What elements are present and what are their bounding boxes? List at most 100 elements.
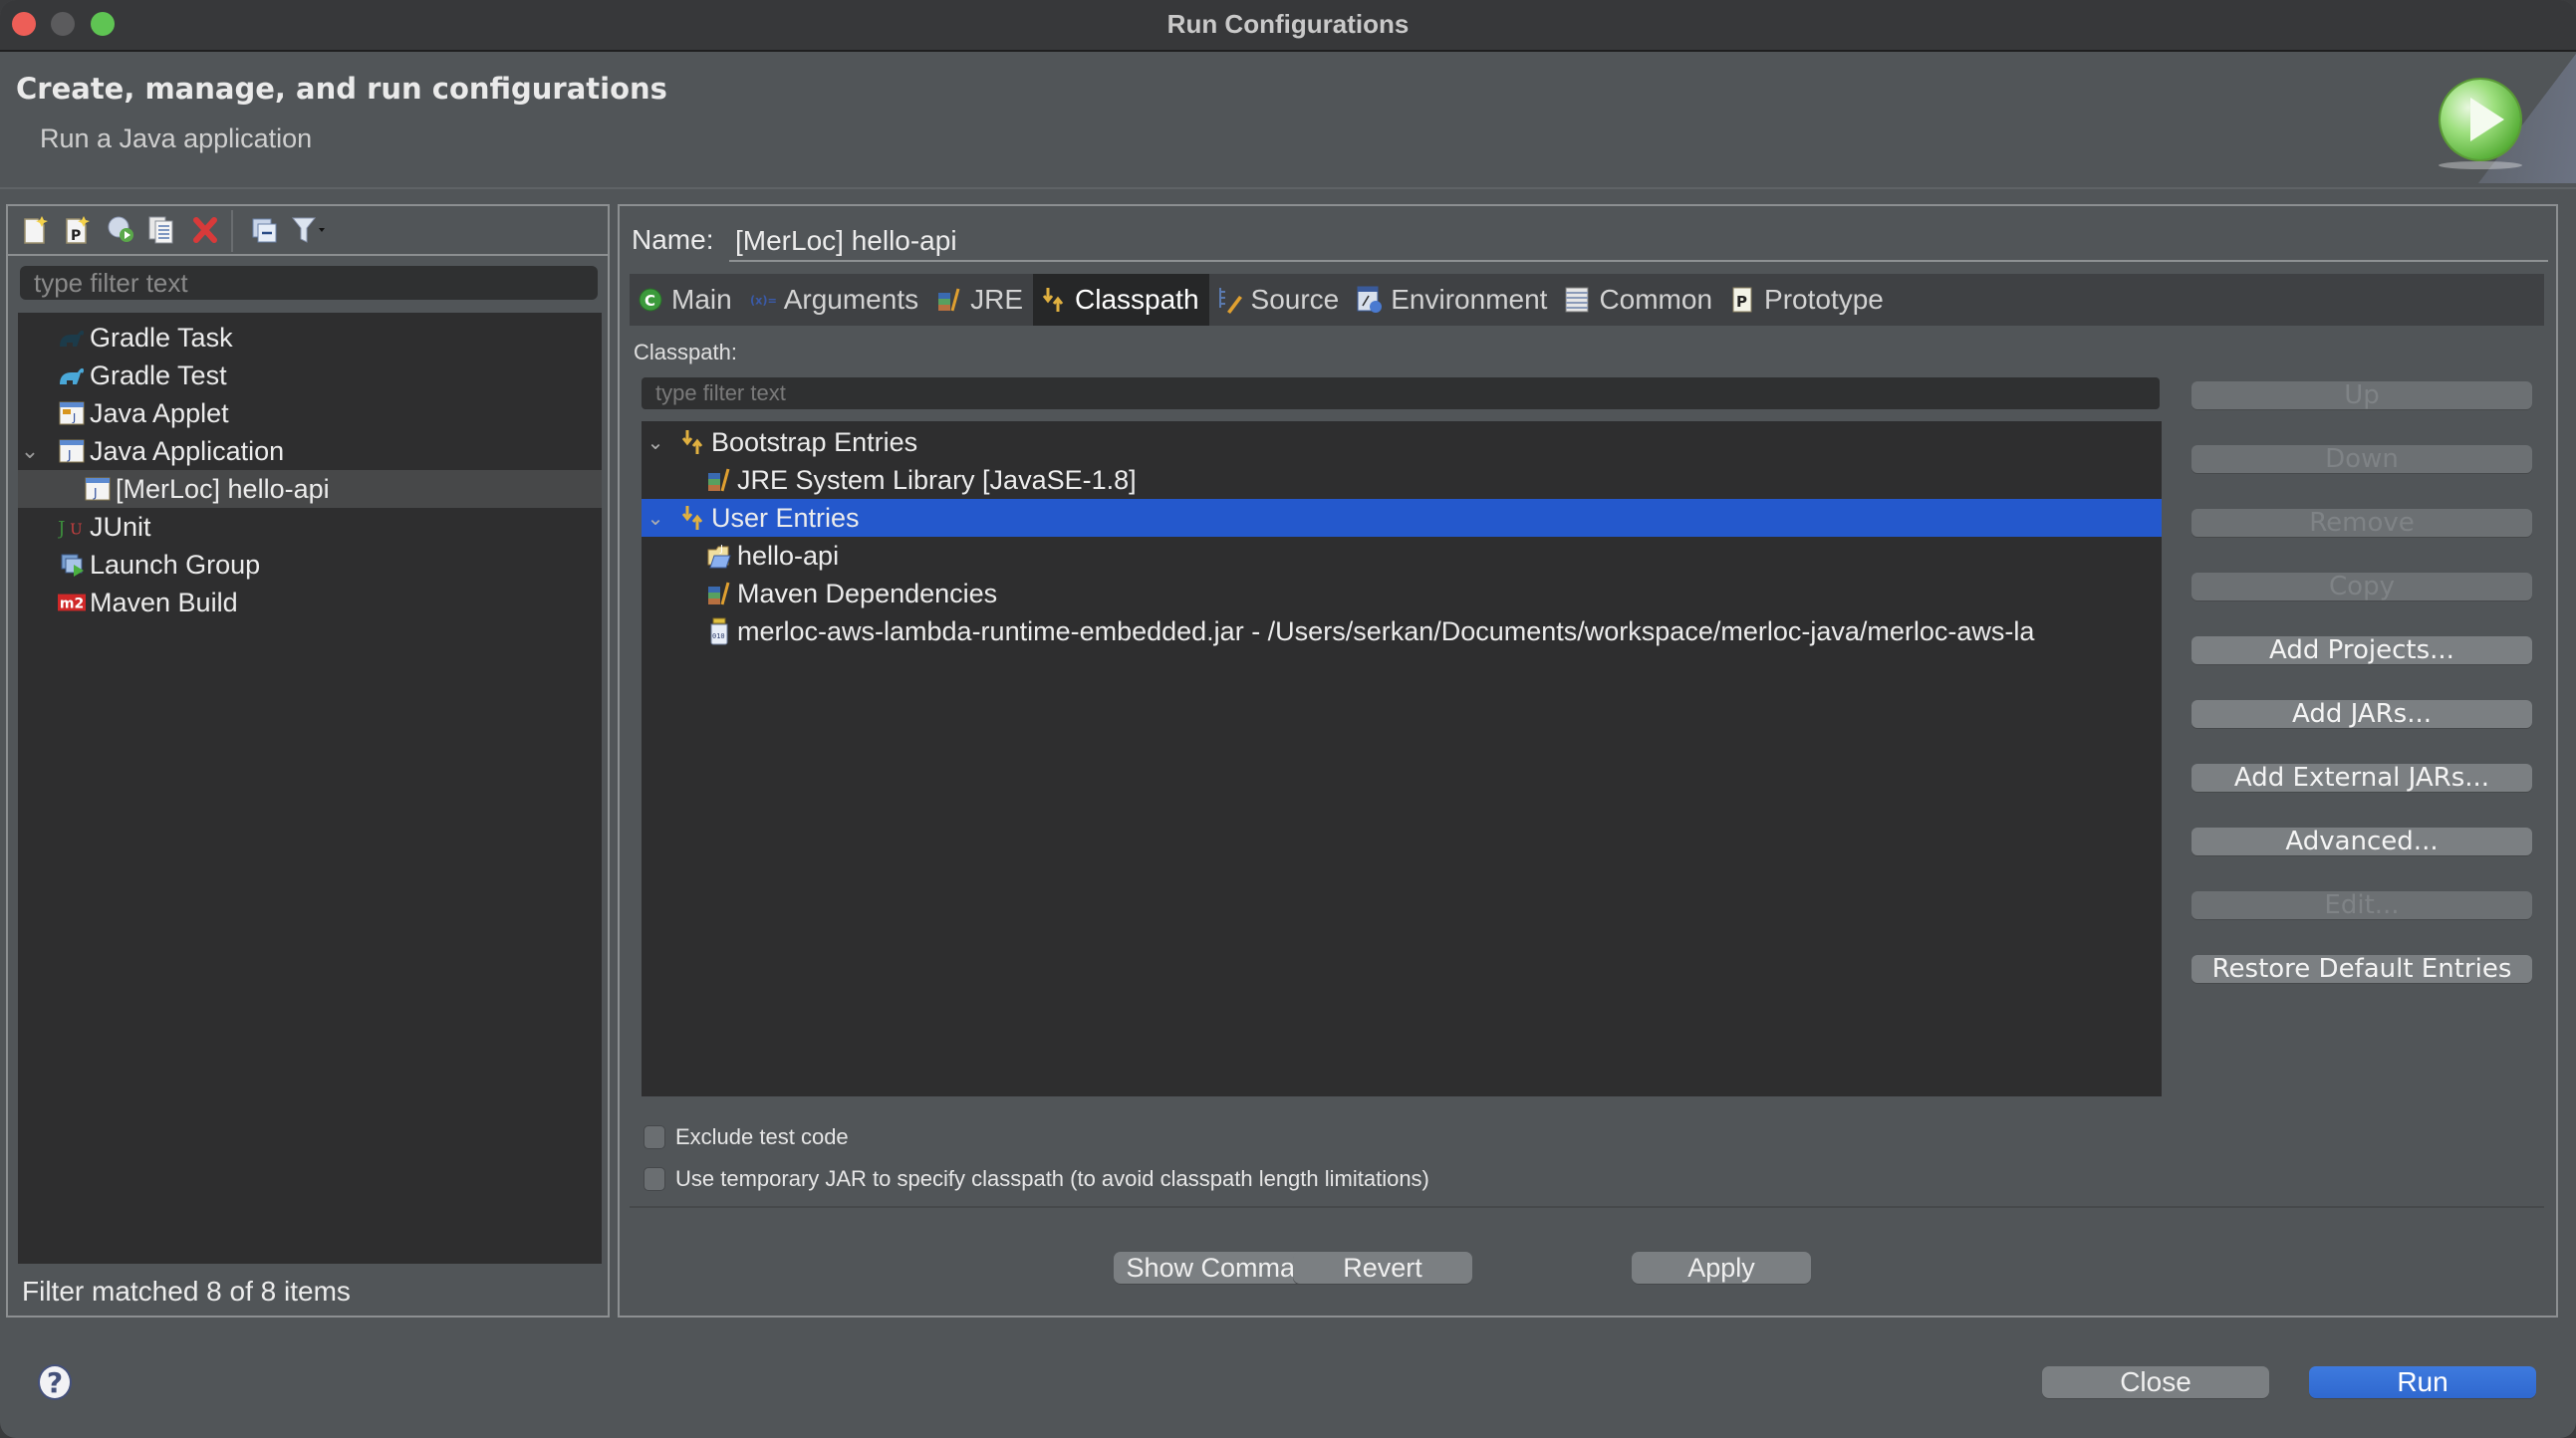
classpath-label: Classpath: [634,340,737,364]
svg-text:J: J [67,448,72,462]
configuration-tree-label: Launch Group [90,549,261,580]
svg-text:C: C [644,292,655,310]
run-configurations-dialog: Run Configurations Create, manage, and r… [0,0,2576,1438]
checkbox-box[interactable] [644,1125,665,1149]
tab-jre[interactable]: JRE [928,274,1033,326]
configuration-tree-label: [MerLoc] hello-api [116,473,330,504]
configuration-tree-item[interactable]: Gradle Task [18,319,602,357]
tab-classpath[interactable]: Classpath [1033,274,1209,326]
classpath-entry[interactable]: 010 merloc-aws-lambda-runtime-embedded.ja… [642,612,2162,650]
exclude-test-code-checkbox[interactable]: Exclude test code [644,1124,849,1150]
configuration-tree-item[interactable]: J U JUnit [18,508,602,546]
temporary-jar-checkbox[interactable]: Use temporary JAR to specify classpath (… [644,1166,1429,1192]
configuration-tree-label: Maven Build [90,587,238,617]
dialog-header: Create, manage, and run configurations R… [0,54,2576,189]
name-input[interactable] [729,222,2548,262]
classpath-entry-label: merloc-aws-lambda-runtime-embedded.jar -… [737,615,2035,646]
library-icon [705,467,733,493]
chevron-down-icon[interactable]: ⌄ [642,430,669,455]
configuration-tree-label: Gradle Task [90,322,233,353]
chevron-down-icon[interactable]: ⌄ [642,506,669,531]
configuration-tree-item[interactable]: J Java Applet [18,394,602,432]
svg-text:J: J [72,411,76,424]
edit-button: Edit... [2191,891,2532,919]
checkbox-box[interactable] [644,1167,665,1191]
help-icon[interactable]: ? [38,1364,72,1400]
header-title: Create, manage, and run configurations [16,72,667,106]
configuration-list-panel: P Gradle Task Gradle Test J Java Applet ⌄ J Ja… [6,204,610,1318]
configuration-tabs: C Main (x)= Arguments JRE Classpath Source Envi… [630,274,2544,326]
close-button[interactable]: Close [2042,1366,2269,1398]
classpath-entry[interactable]: ⌄ Bootstrap Entries [642,423,2162,461]
classpath-entry[interactable]: JRE System Library [JavaSE-1.8] [642,461,2162,499]
classpath-entry-label: JRE System Library [JavaSE-1.8] [737,464,1137,495]
add-projects-button[interactable]: Add Projects... [2191,636,2532,664]
configuration-tree-item[interactable]: ⌄ J Java Application [18,432,602,470]
revert-button[interactable]: Revert [1293,1252,1472,1284]
classpath-entry[interactable]: Maven Dependencies [642,575,2162,612]
configuration-tree-label: Gradle Test [90,360,227,390]
svg-text:m2: m2 [60,597,84,612]
delete-configuration-icon[interactable] [191,215,219,245]
up-button: Up [2191,381,2532,409]
add-external-jars-button[interactable]: Add External JARs... [2191,764,2532,792]
tab-main[interactable]: C Main [630,274,742,326]
junit-icon: JU [58,514,86,540]
tab-arguments[interactable]: (x)= Arguments [742,274,928,326]
export-configuration-icon[interactable] [106,215,133,245]
jar-file-icon: 010 [705,617,733,645]
configuration-tree-item[interactable]: Launch Group [18,546,602,584]
java-applet-icon: J [58,400,86,426]
classpath-entries-icon [679,429,707,455]
source-icon [1217,286,1243,314]
tab-label: Environment [1391,284,1548,315]
tab-label: Prototype [1764,284,1884,315]
classpath-tab-content: Classpath: ⌄ Bootstrap Entries JRE System … [630,326,2544,1208]
chevron-down-icon[interactable]: ⌄ [18,438,42,464]
configuration-editor-panel: Name: C Main (x)= Arguments JRE Classpath Sour… [618,204,2558,1318]
classpath-entries-icon [679,505,707,531]
configuration-tree-item[interactable]: m2 Maven Build [18,584,602,621]
svg-text:P: P [71,228,81,244]
duplicate-configuration-icon[interactable] [147,215,175,245]
svg-text:J: J [93,486,98,500]
svg-text:P: P [1736,293,1747,311]
new-prototype-icon[interactable]: P [64,215,92,245]
apply-button[interactable]: Apply [1632,1252,1811,1284]
jre-library-icon [936,286,962,314]
name-label: Name: [632,224,714,255]
restore-default-entries-button[interactable]: Restore Default Entries [2191,955,2532,983]
classpath-entry[interactable]: ⌄ User Entries [642,499,2162,537]
configuration-filter-input[interactable] [20,266,598,300]
classpath-tree: ⌄ Bootstrap Entries JRE System Library [Ja… [642,421,2162,1096]
classpath-filter-input[interactable] [642,377,2160,409]
run-button[interactable]: Run [2309,1366,2536,1398]
java-application-icon: J [84,476,112,502]
classpath-entry-label: User Entries [711,502,860,533]
tab-common[interactable]: Common [1557,274,1722,326]
classpath-entry[interactable]: Jhello-api [642,537,2162,575]
toolbar-separator [231,210,233,252]
checkbox-label: Exclude test code [675,1124,849,1149]
filter-icon[interactable] [291,215,325,245]
configuration-tree-item[interactable]: J [MerLoc] hello-api [18,470,602,508]
configuration-tree-label: JUnit [90,511,151,542]
arguments-icon: (x)= [750,286,776,314]
collapse-all-icon[interactable] [251,215,279,245]
prototype-icon: P [1730,286,1756,314]
window-title: Run Configurations [1166,9,1410,39]
configuration-toolbar: P [8,206,608,256]
tab-source[interactable]: Source [1209,274,1350,326]
tab-prototype[interactable]: P Prototype [1722,274,1894,326]
filter-status: Filter matched 8 of 8 items [22,1276,351,1307]
new-configuration-icon[interactable] [22,215,50,245]
tab-environment[interactable]: Environment [1349,274,1557,326]
gradle-test-icon [58,362,86,388]
title-bar: Run Configurations [0,0,2576,52]
advanced-button[interactable]: Advanced... [2191,828,2532,855]
configuration-tree-item[interactable]: Gradle Test [18,357,602,394]
java-project-icon: J [705,543,733,569]
classpath-entry-label: Maven Dependencies [737,578,998,608]
add-jars-button[interactable]: Add JARs... [2191,700,2532,728]
main-class-icon: C [638,286,663,314]
